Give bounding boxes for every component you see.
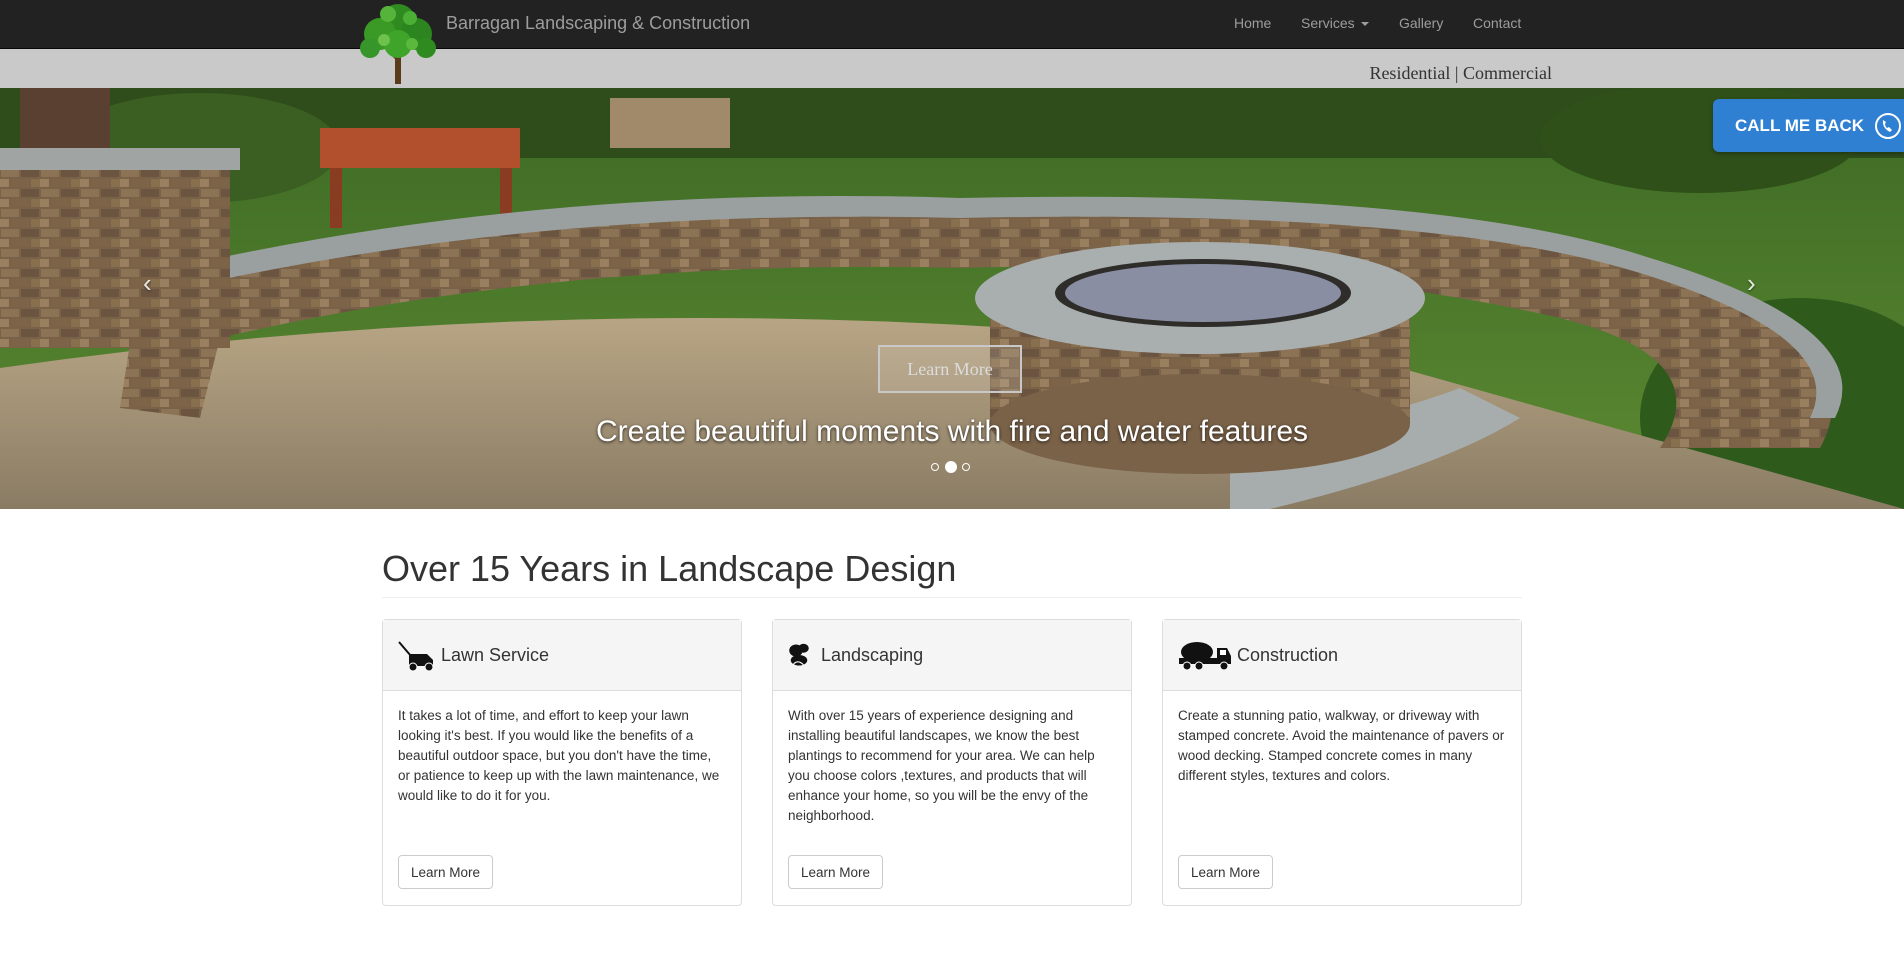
caret-down-icon	[1360, 22, 1369, 27]
section-title: Over 15 Years in Landscape Design	[382, 548, 957, 589]
panel-text: Create a stunning patio, walkway, or dri…	[1178, 708, 1505, 783]
panel-title: Construction	[1237, 644, 1339, 665]
carousel-prev-icon[interactable]: ‹	[143, 268, 152, 299]
panel-title: Lawn Service	[441, 644, 550, 665]
carousel-next-icon[interactable]: ›	[1747, 268, 1756, 299]
carousel-indicator-1[interactable]	[931, 463, 939, 471]
hero-learn-more-button[interactable]: Learn More	[878, 345, 1022, 393]
panel-heading: Lawn Service	[383, 620, 741, 691]
tagline: Residential | Commercial	[1369, 63, 1552, 83]
site-brand[interactable]: Barragan Landscaping & Construction	[446, 13, 750, 34]
panel-construction: Construction Create a stunning patio, wa…	[1162, 619, 1522, 906]
phone-icon	[1875, 112, 1902, 139]
nav-contact[interactable]: Contact	[1473, 15, 1521, 31]
cement-truck-icon	[1179, 642, 1231, 671]
panel-heading: Construction	[1163, 620, 1521, 691]
panel-text: With over 15 years of experience designi…	[788, 708, 1095, 823]
hero-carousel[interactable]: ‹ › Learn More Create beautiful moments …	[0, 88, 1904, 509]
nav-services-label: Services	[1301, 15, 1355, 31]
call-me-back-button[interactable]: CALL ME BACK	[1713, 99, 1904, 152]
call-me-back-label: CALL ME BACK	[1735, 115, 1865, 135]
carousel-indicator-3[interactable]	[962, 463, 970, 471]
learn-more-button[interactable]: Learn More	[1178, 855, 1274, 889]
panel-heading: Landscaping	[773, 620, 1131, 691]
top-navbar: Barragan Landscaping & Construction Home…	[0, 0, 1904, 49]
panel-text: It takes a lot of time, and effort to ke…	[398, 708, 720, 803]
panel-lawn-service: Lawn Service It takes a lot of time, and…	[382, 619, 742, 906]
learn-more-button[interactable]: Learn More	[788, 855, 884, 889]
nav-home[interactable]: Home	[1234, 15, 1271, 31]
section-divider	[382, 597, 1522, 598]
learn-more-button[interactable]: Learn More	[398, 855, 494, 889]
panel-landscaping: Landscaping With over 15 years of experi…	[772, 619, 1132, 906]
nav-gallery[interactable]: Gallery	[1399, 15, 1443, 31]
carousel-indicator-2[interactable]	[945, 461, 957, 473]
panel-title: Landscaping	[821, 644, 924, 665]
lawn-mower-icon	[398, 641, 434, 672]
tree-logo-icon[interactable]	[354, 0, 444, 86]
subheader-bar: Residential | Commercial	[0, 49, 1904, 88]
hero-caption: Create beautiful moments with fire and w…	[595, 415, 1309, 448]
landscaping-icon	[789, 643, 809, 666]
nav-services[interactable]: Services	[1301, 15, 1369, 31]
